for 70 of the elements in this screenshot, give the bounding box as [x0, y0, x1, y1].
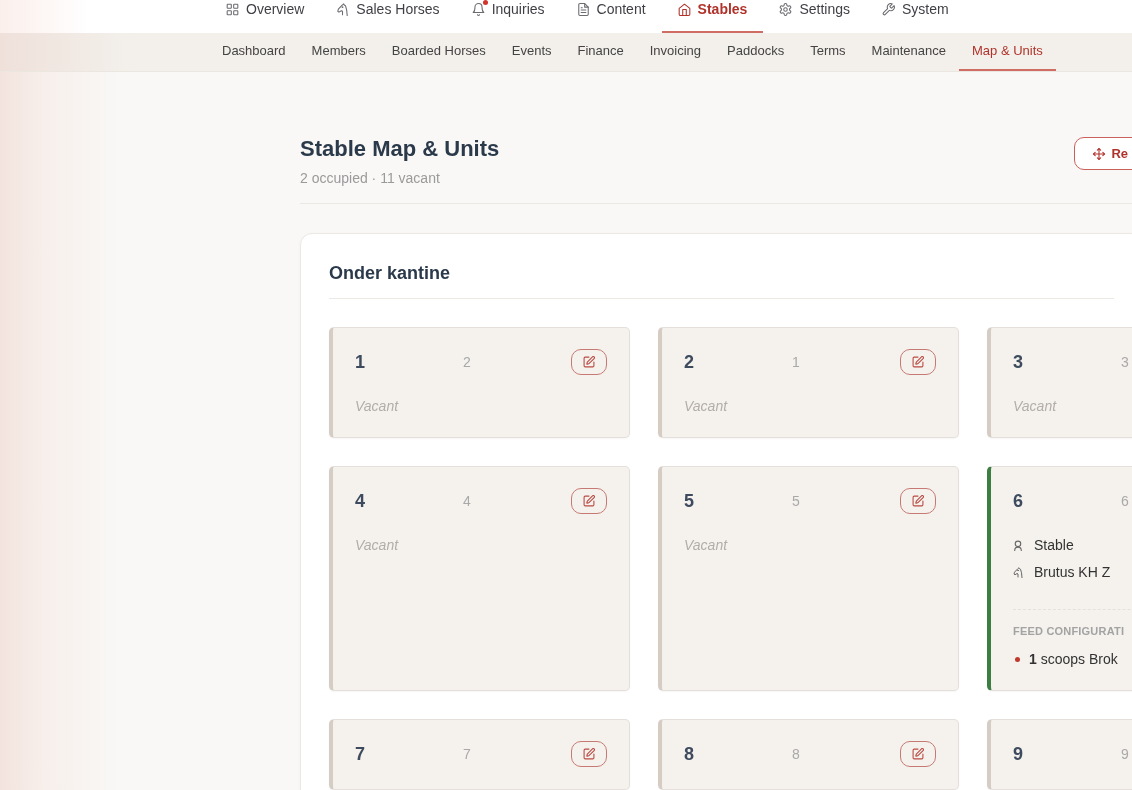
- edit-button[interactable]: [900, 741, 936, 767]
- unit-capacity: 5: [792, 493, 800, 509]
- unit-number: 9: [1013, 743, 1023, 765]
- edit-icon: [912, 495, 924, 507]
- subnav-tab[interactable]: Invoicing: [636, 33, 715, 71]
- bell-icon: [471, 3, 485, 16]
- nav-tab[interactable]: Overview: [210, 0, 321, 33]
- move-icon: [1093, 147, 1106, 160]
- edit-icon: [583, 356, 595, 368]
- edit-icon: [912, 356, 924, 368]
- unit-capacity: 1: [792, 354, 800, 370]
- nav-tab[interactable]: Content: [560, 0, 662, 33]
- settings-icon: [779, 3, 793, 16]
- house-icon: [677, 3, 691, 16]
- unit-horse: Brutus KH Z: [1034, 563, 1111, 581]
- unit-status: Vacant: [684, 536, 728, 554]
- bullet-icon: [1015, 656, 1020, 662]
- unit-capacity: 7: [463, 746, 471, 762]
- edit-icon: [583, 495, 595, 507]
- unit-status: Vacant: [355, 536, 399, 554]
- subnav-tab[interactable]: Paddocks: [714, 33, 798, 71]
- subnav-tab[interactable]: Map & Units: [959, 33, 1056, 71]
- nav-tab[interactable]: Settings: [763, 0, 866, 33]
- subnav-tab[interactable]: Terms: [797, 33, 859, 71]
- unit-member: Stable: [1034, 536, 1074, 554]
- unit-capacity: 9: [1121, 746, 1129, 762]
- grid-icon: [226, 3, 239, 16]
- section-title: Onder kantine: [329, 262, 451, 285]
- unit-capacity: 8: [792, 746, 800, 762]
- document-icon: [576, 3, 590, 16]
- edit-button[interactable]: [571, 349, 607, 375]
- unit-capacity: 2: [463, 354, 471, 370]
- nav-tab[interactable]: Inquiries: [455, 0, 561, 33]
- edit-button[interactable]: [571, 488, 607, 514]
- unit-capacity: 4: [463, 493, 471, 509]
- unit-number: 4: [355, 490, 365, 512]
- unit-number: 5: [684, 490, 694, 512]
- horse-icon: [336, 3, 350, 16]
- unit-number: 3: [1013, 351, 1023, 373]
- edit-button[interactable]: [900, 488, 936, 514]
- horse-icon: [1013, 566, 1023, 578]
- unit-number: 7: [355, 743, 365, 765]
- subnav-tab[interactable]: Dashboard: [209, 33, 299, 71]
- subnav-tab[interactable]: Boarded Horses: [378, 33, 499, 71]
- unit-capacity: 6: [1121, 493, 1129, 509]
- unit-status: Vacant: [1013, 397, 1057, 415]
- subnav-tab[interactable]: Events: [498, 33, 565, 71]
- unit-number: 6: [1013, 490, 1023, 512]
- unit-status: Vacant: [684, 397, 728, 415]
- page-title: Stable Map & Units: [300, 135, 500, 163]
- unit-number: 8: [684, 743, 694, 765]
- unit-capacity: 3: [1121, 354, 1129, 370]
- unit-number: 2: [684, 351, 694, 373]
- wrench-icon: [882, 3, 895, 16]
- subnav-tab[interactable]: Finance: [564, 33, 637, 71]
- feed-item: 1 scoops Brok: [1029, 650, 1118, 668]
- unit-number: 1: [355, 351, 365, 373]
- edit-icon: [912, 748, 924, 760]
- subnav-tab[interactable]: Maintenance: [858, 33, 959, 71]
- feed-label: FEED CONFIGURATI: [1013, 624, 1125, 638]
- page-subtitle: 2 occupied · 11 vacant: [300, 169, 440, 187]
- nav-tab[interactable]: Sales Horses: [320, 0, 456, 33]
- subnav-tab[interactable]: Members: [298, 33, 379, 71]
- nav-tab[interactable]: System: [866, 0, 965, 33]
- unit-status: Vacant: [355, 397, 399, 415]
- person-icon: [1013, 539, 1023, 551]
- edit-button[interactable]: [900, 349, 936, 375]
- edit-button[interactable]: [571, 741, 607, 767]
- action-button[interactable]: Re: [1074, 137, 1132, 170]
- edit-icon: [583, 748, 595, 760]
